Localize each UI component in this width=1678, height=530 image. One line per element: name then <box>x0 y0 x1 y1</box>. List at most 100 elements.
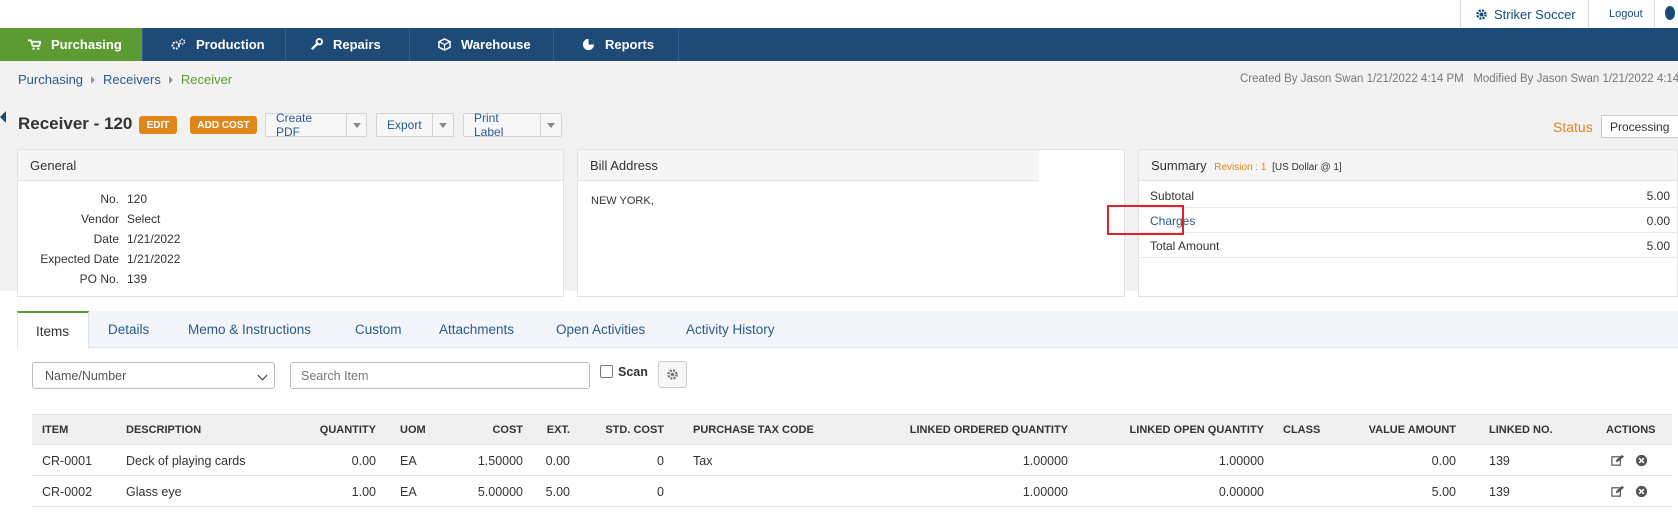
linked-no-link[interactable]: 139 <box>1489 485 1510 499</box>
search-by-value: Name/Number <box>45 369 127 383</box>
search-by-select[interactable]: Name/Number <box>32 362 275 389</box>
col-item[interactable]: ITEM <box>42 424 68 436</box>
company-name: Striker Soccer <box>1494 6 1576 22</box>
print-label-dropdown[interactable] <box>541 114 561 136</box>
field-expected-date: Expected Date 1/21/2022 <box>17 252 180 266</box>
company-selector[interactable]: Striker Soccer <box>1460 0 1588 28</box>
summary-panel: Summary Revision : 1 [US Dollar @ 1] Sub… <box>1138 149 1678 297</box>
tab-items[interactable]: Items <box>17 311 89 349</box>
cell-linked-ordered-quantity: 1.00000 <box>1022 454 1068 468</box>
remove-icon[interactable] <box>1635 454 1648 467</box>
breadcrumb-purchasing[interactable]: Purchasing <box>18 72 83 87</box>
bill-address-title: Bill Address <box>578 150 1039 181</box>
cell-std-cost: 0 <box>657 485 664 499</box>
field-label: PO No. <box>79 272 119 286</box>
cell-value-amount: 0.00 <box>1431 454 1456 468</box>
general-title: General <box>18 150 563 181</box>
edit-button[interactable]: EDIT <box>139 116 177 134</box>
summary-value: 5.00 <box>1646 239 1670 253</box>
create-pdf-label[interactable]: Create PDF <box>266 111 348 139</box>
summary-header: Summary Revision : 1 [US Dollar @ 1] <box>1139 150 1677 181</box>
field-label: Expected Date <box>40 252 119 266</box>
summary-row-charges: Charges 0.00 <box>1140 208 1677 233</box>
field-no: No. 120 <box>17 192 147 206</box>
nav-reports[interactable]: Reports <box>554 28 679 61</box>
cell-linked-open-quantity: 1.00000 <box>1218 454 1264 468</box>
breadcrumb-current: Receiver <box>180 72 233 87</box>
main-nav: Purchasing Production Repairs Warehouse … <box>0 28 1678 61</box>
scan-checkbox[interactable] <box>600 365 613 378</box>
collapse-arrow-icon[interactable] <box>0 111 6 123</box>
cell-ext: 0.00 <box>545 454 570 468</box>
vendor-select-link[interactable]: Select <box>127 212 160 226</box>
field-vendor: Vendor Select <box>17 212 160 226</box>
col-description[interactable]: DESCRIPTION <box>126 424 201 436</box>
create-pdf-dropdown[interactable] <box>347 114 366 136</box>
cell-uom: EA <box>400 485 417 499</box>
nav-label: Purchasing <box>51 37 122 52</box>
print-label-button[interactable]: Print Label <box>463 111 562 139</box>
summary-label: Subtotal <box>1150 189 1195 203</box>
item-link[interactable]: CR-0001 <box>42 454 92 468</box>
caret-down-icon <box>352 122 361 128</box>
nav-label: Production <box>196 37 265 52</box>
logout-link[interactable]: Logout <box>1588 0 1654 28</box>
status-label: Status <box>1553 119 1593 135</box>
col-cost[interactable]: COST <box>472 424 523 436</box>
create-pdf-button[interactable]: Create PDF <box>265 111 367 139</box>
cell-uom: EA <box>400 454 417 468</box>
table-row: CR-0002 Glass eye 1.00 EA 5.00000 5.00 0… <box>32 476 1672 507</box>
bill-address-panel: Bill Address NEW YORK, <box>577 149 1125 297</box>
revision-label: Revision : 1 <box>1214 162 1267 173</box>
col-purchase-tax-code[interactable]: PURCHASE TAX CODE <box>693 424 814 436</box>
field-date: Date 1/21/2022 <box>17 232 181 246</box>
tab-details[interactable]: Details <box>108 311 149 348</box>
tab-memo-instructions[interactable]: Memo & Instructions <box>188 311 311 348</box>
breadcrumb-receivers[interactable]: Receivers <box>103 72 161 87</box>
audit-info: Created By Jason Swan 1/21/2022 4:14 PM … <box>1240 73 1678 85</box>
col-quantity[interactable]: QUANTITY <box>295 424 376 436</box>
col-linked-open-quantity[interactable]: LINKED OPEN QUANTITY <box>1092 424 1264 436</box>
page-title: Receiver - 120 <box>18 114 133 133</box>
summary-title: Summary <box>1151 158 1207 173</box>
edit-icon[interactable] <box>1611 485 1624 498</box>
export-label[interactable]: Export <box>377 114 433 136</box>
field-value: 1/21/2022 <box>127 252 181 266</box>
field-label: No. <box>100 192 119 206</box>
export-button[interactable]: Export <box>376 113 454 137</box>
remove-icon[interactable] <box>1635 485 1648 498</box>
col-ext[interactable]: EXT. <box>537 424 570 436</box>
help-icon[interactable] <box>1654 0 1678 28</box>
po-link[interactable]: 139 <box>127 272 147 286</box>
col-linked-no[interactable]: LINKED NO. <box>1489 424 1553 436</box>
summary-value: 5.00 <box>1646 189 1670 203</box>
nav-production[interactable]: Production <box>143 28 286 61</box>
gears-icon <box>171 38 186 50</box>
edit-icon[interactable] <box>1611 454 1624 467</box>
tab-custom[interactable]: Custom <box>355 311 402 348</box>
search-item-input[interactable] <box>290 362 590 389</box>
status-select[interactable]: Processing <box>1601 115 1678 138</box>
add-cost-button[interactable]: ADD COST <box>190 116 257 134</box>
tab-activity-history[interactable]: Activity History <box>686 311 775 348</box>
column-settings-button[interactable] <box>658 361 687 388</box>
col-linked-ordered-quantity[interactable]: LINKED ORDERED QUANTITY <box>872 424 1068 436</box>
col-value-amount[interactable]: VALUE AMOUNT <box>1362 424 1456 436</box>
linked-no-link[interactable]: 139 <box>1489 454 1510 468</box>
tab-attachments[interactable]: Attachments <box>439 311 514 348</box>
col-std-cost[interactable]: STD. COST <box>602 424 664 436</box>
item-link[interactable]: CR-0002 <box>42 485 92 499</box>
field-label: Date <box>93 232 119 246</box>
col-class[interactable]: CLASS <box>1283 424 1320 436</box>
print-label-label[interactable]: Print Label <box>464 111 542 139</box>
export-dropdown[interactable] <box>433 114 453 136</box>
top-strip: Striker Soccer Logout <box>0 0 1678 28</box>
tab-open-activities[interactable]: Open Activities <box>556 311 645 348</box>
nav-repairs[interactable]: Repairs <box>286 28 410 61</box>
col-uom[interactable]: UOM <box>400 424 426 436</box>
nav-warehouse[interactable]: Warehouse <box>410 28 554 61</box>
cell-description: Deck of playing cards <box>126 454 246 468</box>
caret-down-icon <box>547 122 556 128</box>
nav-purchasing[interactable]: Purchasing <box>0 28 143 61</box>
gear-icon <box>667 369 678 380</box>
